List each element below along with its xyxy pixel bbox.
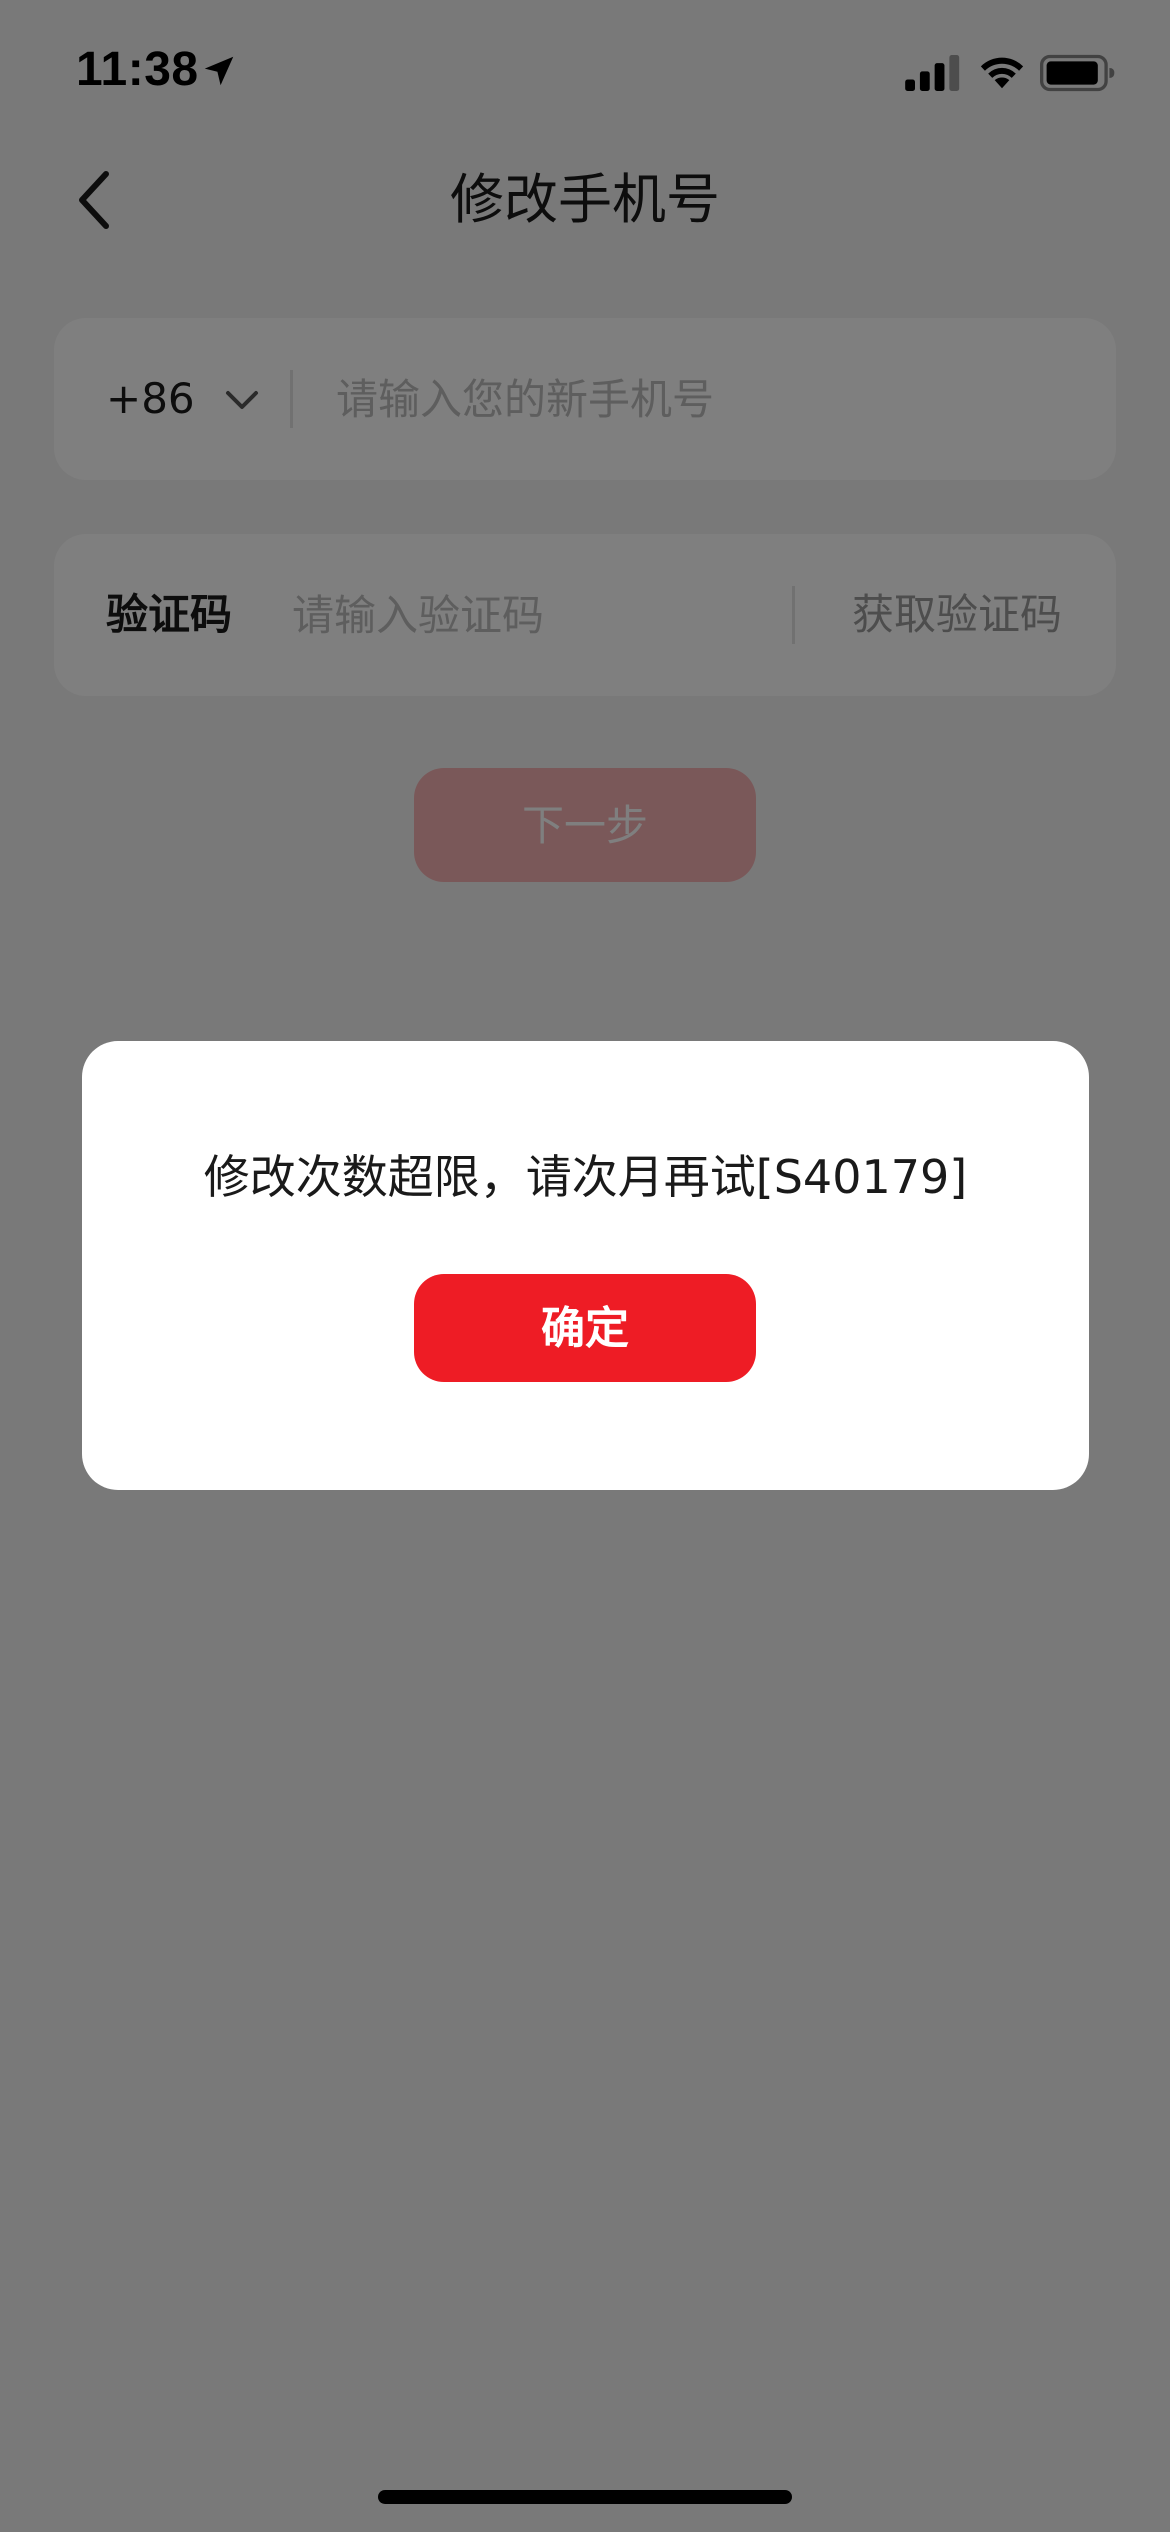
alert-dialog: 修改次数超限，请次月再试[S40179] 确定: [82, 1041, 1089, 1490]
home-indicator[interactable]: [378, 2490, 792, 2504]
dialog-message: 修改次数超限，请次月再试[S40179]: [203, 1150, 968, 1204]
confirm-button[interactable]: 确定: [414, 1274, 756, 1382]
